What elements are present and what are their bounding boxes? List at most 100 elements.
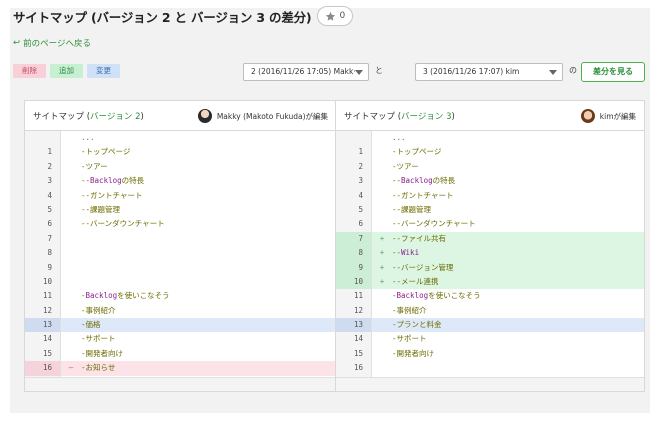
diff-line: 1 -トップページ — [25, 145, 336, 160]
avatar — [197, 109, 212, 123]
diff-mark: — — [68, 363, 74, 373]
line-text: -事例紹介 — [81, 305, 116, 315]
chevron-down-icon — [549, 70, 557, 75]
line-text: -ツアー — [392, 161, 419, 171]
line-text: --ガントチャート — [81, 190, 143, 200]
line-number: 11 — [336, 289, 372, 304]
from-version-value: 2 (2016/11/26 17:05) Makk··· — [251, 67, 361, 76]
line-text: --バーンダウンチャート — [392, 219, 476, 229]
line-number: 4 — [25, 188, 61, 203]
diff-mark — [61, 131, 81, 145]
line-number: 2 — [25, 159, 61, 175]
line-number: 5 — [25, 202, 61, 218]
star-count: 0 — [339, 11, 346, 21]
line-text: -価格 — [81, 320, 101, 330]
line-text: -トップページ — [392, 147, 442, 157]
line-number: 13 — [336, 318, 372, 333]
diff-line: 15 -開発者向け — [25, 346, 336, 362]
right-title-suffix: ) — [451, 111, 455, 122]
diff-line: 4 --ガントチャート — [336, 188, 644, 203]
chevron-down-icon — [355, 70, 363, 75]
to-connector: と — [375, 66, 383, 75]
view-diff-button[interactable]: 差分を見る — [581, 62, 645, 82]
avatar — [580, 109, 595, 123]
diff-mark — [372, 318, 392, 332]
line-text: -ツアー — [81, 161, 108, 171]
line-number: 16 — [336, 361, 372, 376]
line-number: 3 — [25, 174, 61, 189]
diff-mark — [61, 189, 81, 203]
diff-mark — [61, 289, 81, 303]
diff-mark — [61, 145, 81, 159]
line-number: 4 — [336, 188, 372, 203]
line-number: 11 — [25, 289, 61, 304]
star-button[interactable]: 0 — [317, 6, 354, 26]
diff-mark: + — [379, 233, 385, 243]
diff-line: 8 + --Wiki — [336, 246, 644, 261]
line-text — [81, 275, 336, 289]
diff-line: 2 -ツアー — [336, 159, 644, 175]
line-number: 16 — [25, 361, 61, 376]
line-number: 1 — [336, 145, 372, 160]
line-number: 10 — [25, 274, 61, 290]
diff-line: 16 — [336, 361, 644, 376]
line-text: -プランと料金 — [392, 320, 442, 330]
right-diff-panel: サイトマップ (バージョン 3) kimが編集 ... 1 -トップページ 2 -ツアー… — [335, 100, 645, 392]
back-link[interactable]: ↩ 前のページへ戻る — [13, 37, 91, 49]
line-number: 15 — [25, 346, 61, 362]
line-text: --メール連携 — [392, 276, 439, 286]
diff-line: 14 -サポート — [25, 332, 336, 347]
diff-mark — [61, 203, 81, 217]
left-panel-footer — [25, 377, 336, 391]
diff-line: 5 --課題管理 — [25, 202, 336, 218]
left-title-prefix: サイトマップ ( — [33, 111, 91, 122]
right-editor-name: kimが編集 — [599, 111, 636, 121]
diff-line: 5 --課題管理 — [336, 202, 644, 218]
line-text: -サポート — [81, 334, 116, 344]
to-version-select[interactable]: 3 (2016/11/26 17:07) kim — [415, 63, 563, 81]
diff-mark — [372, 203, 392, 217]
diff-mark — [61, 261, 81, 275]
diff-mark — [372, 131, 392, 145]
line-text: --課題管理 — [392, 204, 432, 214]
back-arrow-icon: ↩ — [13, 38, 21, 48]
skip-marker: ... — [81, 133, 95, 142]
diff-line: 3 --Backlogの特長 — [336, 174, 644, 189]
diff-line: 11 -Backlogを使いこなそう — [336, 289, 644, 304]
diff-mark — [372, 304, 392, 318]
line-number: 7 — [25, 231, 61, 247]
title-row: サイトマップ (バージョン 2 と バージョン 3 の差分) 0 — [13, 5, 354, 27]
left-version-link[interactable]: バージョン 2 — [90, 112, 140, 122]
diff-mark — [372, 289, 392, 303]
line-number: 8 — [25, 246, 61, 261]
line-number: 10 — [336, 274, 372, 290]
diff-line: 12 -事例紹介 — [336, 303, 644, 319]
diff-mark — [372, 160, 392, 174]
line-number: 14 — [336, 332, 372, 347]
left-title-suffix: ) — [140, 111, 144, 122]
diff-mark: + — [379, 276, 385, 286]
from-version-select[interactable]: 2 (2016/11/26 17:05) Makk··· — [243, 63, 369, 81]
line-text: -Backlogを使いこなそう — [392, 291, 481, 301]
line-text: --Backlogの特長 — [392, 176, 456, 186]
left-diff-lines: ... 1 -トップページ 2 -ツアー 3 --Backlogの特長 4 --ガントチャート 5… — [25, 131, 336, 391]
right-panel-footer — [336, 377, 644, 391]
line-text — [81, 261, 336, 275]
line-text: --ファイル共有 — [392, 233, 447, 243]
diff-mark — [61, 217, 81, 231]
line-text: -開発者向け — [81, 348, 124, 358]
line-text: --バージョン管理 — [392, 262, 454, 272]
skip-row[interactable]: ... — [336, 131, 644, 146]
diff-line: 4 --ガントチャート — [25, 188, 336, 203]
line-number: 2 — [336, 159, 372, 175]
diff-mark — [372, 145, 392, 159]
right-version-link[interactable]: バージョン 3 — [401, 112, 451, 122]
diff-mark — [61, 275, 81, 289]
line-number: 5 — [336, 202, 372, 218]
line-number: 6 — [25, 217, 61, 232]
line-text: --Wiki — [392, 248, 420, 258]
left-editor: Makky (Makoto Fukuda)が編集 — [197, 109, 328, 123]
to-version-value: 3 (2016/11/26 17:07) kim — [423, 67, 520, 76]
right-panel-header: サイトマップ (バージョン 3) kimが編集 — [336, 101, 644, 131]
skip-row[interactable]: ... — [25, 131, 336, 146]
